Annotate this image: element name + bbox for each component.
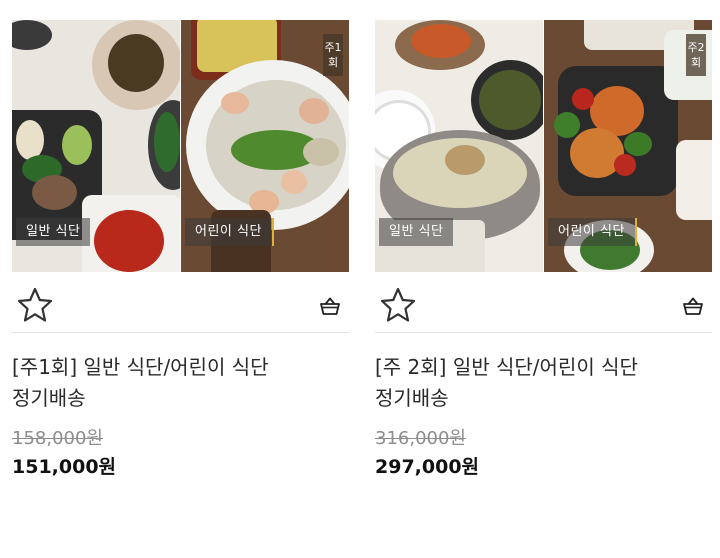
original-price: 158,000원 <box>12 428 103 449</box>
product-title[interactable]: [주1회] 일반 식단/어린이 식단 정기배송 <box>12 352 349 414</box>
product-image[interactable]: 일반 식단 어린이 식단 주2회 <box>375 20 712 272</box>
week-badge: 주2회 <box>686 34 706 76</box>
product-title[interactable]: [주 2회] 일반 식단/어린이 식단 정기배송 <box>375 352 712 414</box>
star-outline-icon[interactable] <box>379 286 417 324</box>
product-image[interactable]: 일반 식단 어린이 식단 주1회 <box>12 20 349 272</box>
sale-price: 297,000원 <box>375 456 480 478</box>
week-badge: 주1회 <box>323 34 343 76</box>
original-price: 316,000원 <box>375 428 466 449</box>
sale-price: 151,000원 <box>12 456 117 478</box>
basket-icon[interactable] <box>682 296 704 316</box>
star-outline-icon[interactable] <box>16 286 54 324</box>
general-meal-label: 일반 식단 <box>379 218 454 246</box>
product-card[interactable]: 일반 식단 어린이 식단 주2회 [주 2회] 일반 식단/어린이 식단 정기배… <box>375 20 712 479</box>
kids-meal-label: 어린이 식단 <box>185 218 274 246</box>
kids-meal-label: 어린이 식단 <box>548 218 637 246</box>
product-card[interactable]: 일반 식단 어린이 식단 주1회 [주1회] 일반 식단/어린이 식단 정기배송… <box>12 20 349 479</box>
basket-icon[interactable] <box>319 296 341 316</box>
general-meal-label: 일반 식단 <box>16 218 91 246</box>
